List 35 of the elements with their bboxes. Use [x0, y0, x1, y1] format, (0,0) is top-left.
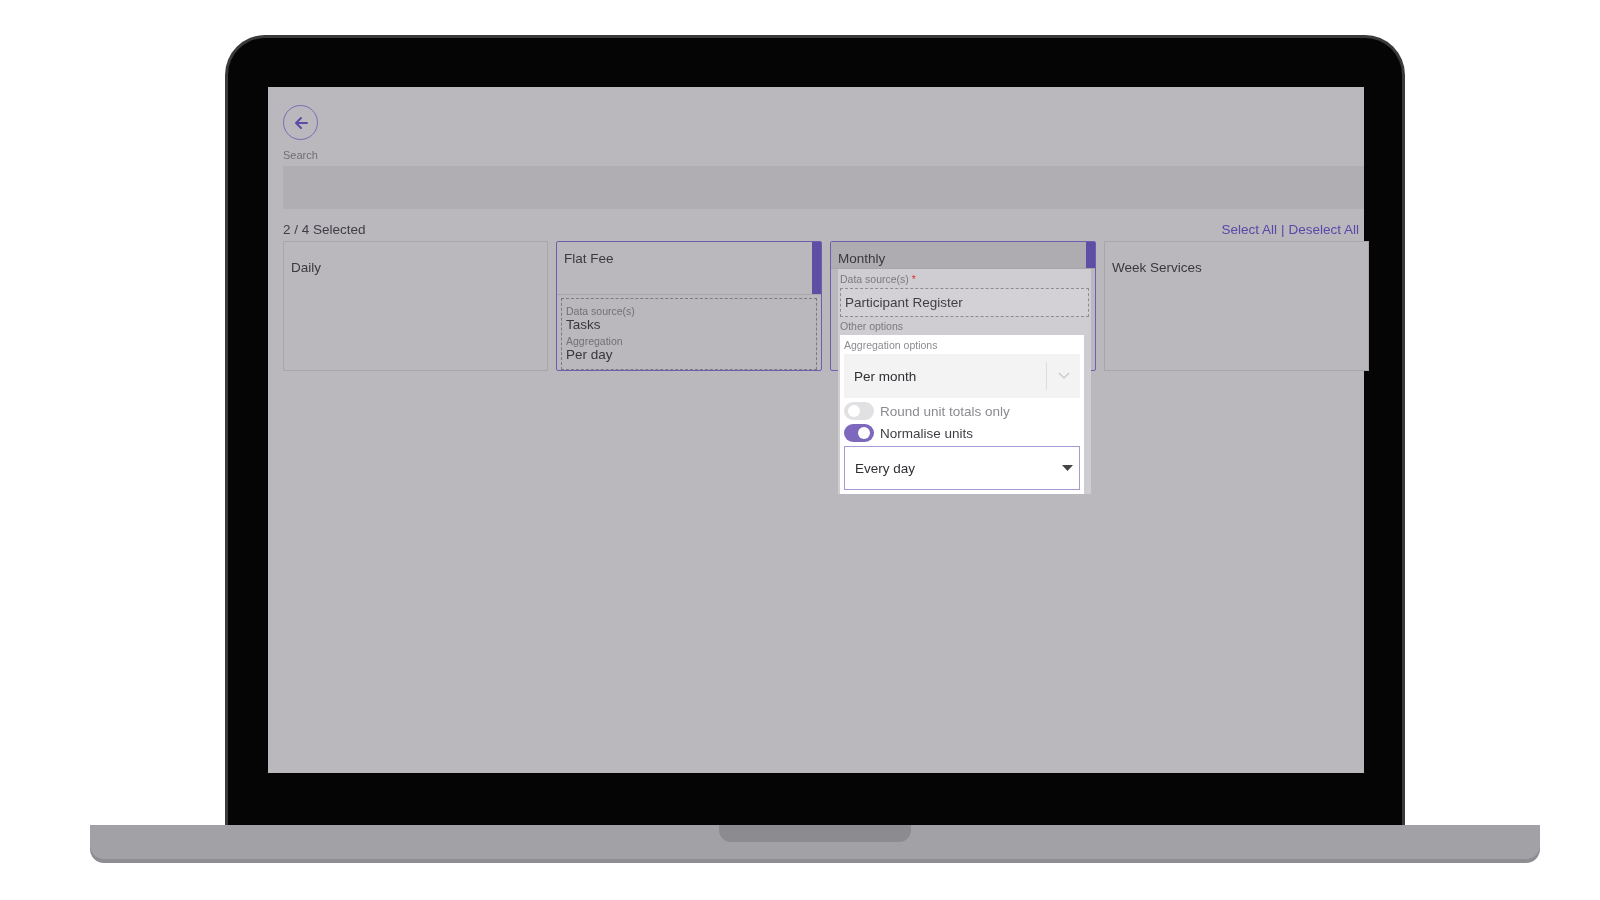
detail-value: Per day [566, 347, 614, 362]
selection-count: 2 / 4 Selected [283, 221, 366, 237]
search-field[interactable] [283, 166, 1364, 209]
option-card[interactable]: Daily [283, 241, 548, 371]
toggle-label: Normalise units [880, 425, 974, 441]
toggle-label: Round unit totals only [880, 403, 1010, 419]
link-separator: | [1280, 221, 1285, 237]
aggregation-dropdown[interactable]: Per month [844, 354, 1080, 398]
card-title: Daily [291, 260, 321, 275]
dropdown-value: Every day [855, 460, 916, 476]
search-label: Search [283, 149, 319, 161]
toggle-switch[interactable] [844, 424, 874, 442]
arrow-left-icon [292, 114, 309, 131]
caret-icon [1062, 465, 1073, 471]
card-title: Flat Fee [564, 251, 614, 266]
card-title: Monthly [838, 251, 886, 266]
required-mark: * [911, 273, 916, 285]
select-link[interactable]: Select All [1221, 221, 1277, 237]
option-card[interactable]: Flat Fee Data source(s) Tasks Aggregation Per day [556, 241, 822, 371]
chevron-down-icon [1046, 362, 1070, 390]
dropdown-value: Per month [854, 368, 917, 384]
field-label: Aggregation options [844, 339, 939, 351]
data-source-field[interactable]: Participant Register [840, 288, 1089, 317]
selection-bar [812, 242, 821, 294]
detail-value: Tasks [566, 317, 602, 332]
section-label: Other options [840, 320, 905, 332]
detail-label: Data source(s) [566, 305, 636, 317]
card-title: Week Services [1112, 260, 1202, 275]
field-label-text: Data source(s) [840, 273, 909, 285]
frequency-dropdown[interactable]: Every day [844, 446, 1080, 490]
option-card[interactable]: Week Services [1104, 241, 1369, 371]
toggle-switch[interactable] [844, 402, 874, 420]
select-link[interactable]: Deselect All [1288, 221, 1359, 237]
selection-bar [1086, 242, 1095, 268]
detail-label: Aggregation [566, 335, 624, 347]
